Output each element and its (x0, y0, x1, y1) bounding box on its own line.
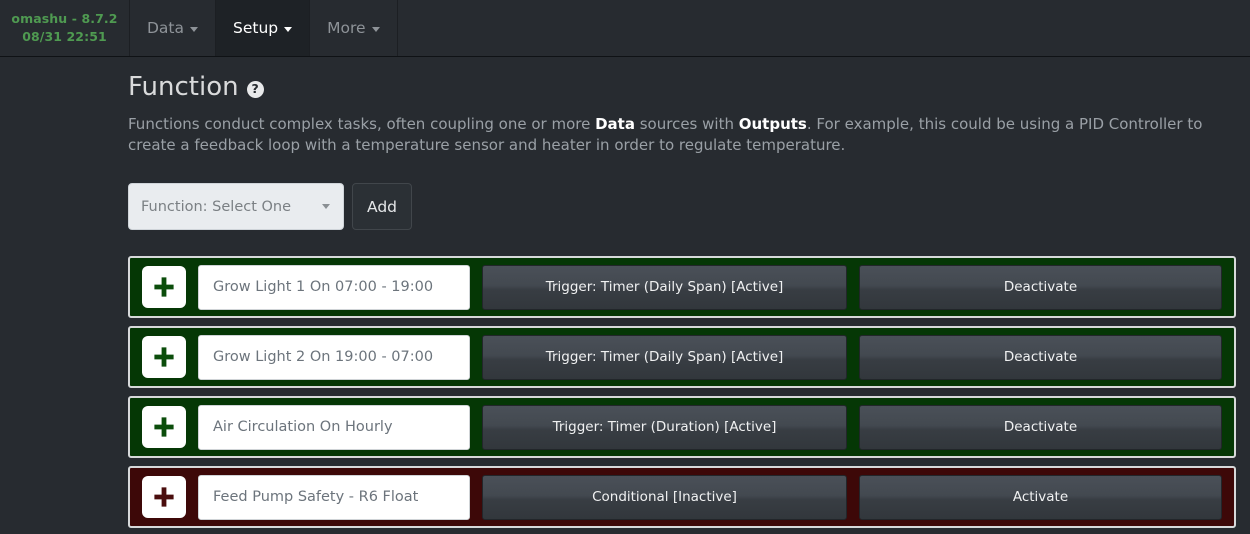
help-icon[interactable]: ? (246, 80, 264, 98)
plus-icon (154, 277, 174, 297)
function-select[interactable]: Function: Select One (128, 183, 344, 231)
function-name-input[interactable]: Air Circulation On Hourly (198, 404, 470, 450)
nav-item-data-label: Data (147, 19, 185, 37)
add-function-button[interactable]: Add (352, 183, 412, 231)
nav-item-setup[interactable]: Setup (216, 0, 311, 56)
page-body: Function ? Functions conduct complex tas… (0, 57, 1250, 534)
function-condition-button[interactable]: Trigger: Timer (Daily Span) [Active] (482, 334, 847, 380)
function-toggle-button[interactable]: Deactivate (859, 264, 1222, 310)
page-title-text: Function (128, 72, 239, 102)
expand-function-button[interactable] (142, 266, 186, 309)
description-part-1: Functions conduct complex tasks, often c… (128, 114, 596, 133)
function-row: Grow Light 1 On 07:00 - 19:00 Trigger: T… (128, 256, 1236, 319)
function-row: Air Circulation On Hourly Trigger: Timer… (128, 396, 1236, 459)
function-name-input[interactable]: Grow Light 1 On 07:00 - 19:00 (198, 264, 470, 310)
page-container: Function ? Functions conduct complex tas… (0, 73, 1250, 529)
expand-function-button[interactable] (142, 476, 186, 519)
plus-icon (154, 417, 174, 437)
function-condition-button[interactable]: Trigger: Timer (Duration) [Active] (482, 404, 847, 450)
brand-name-version: omashu - 8.7.2 (11, 10, 118, 26)
description-part-2: sources with (634, 114, 739, 133)
description-link-outputs: Outputs (738, 114, 807, 133)
function-toggle-button[interactable]: Activate (859, 474, 1222, 520)
page-title: Function ? (128, 73, 1236, 102)
brand-datetime: 08/31 22:51 (22, 29, 107, 44)
plus-icon (154, 487, 174, 507)
top-navbar: omashu - 8.7.2 08/31 22:51 Data Setup Mo… (0, 0, 1250, 57)
function-name-input[interactable]: Grow Light 2 On 19:00 - 07:00 (198, 334, 470, 380)
add-function-bar: Function: Select One Add (128, 183, 1236, 231)
function-condition-button[interactable]: Conditional [Inactive] (482, 474, 847, 520)
description-link-data: Data (595, 114, 635, 133)
function-list: Grow Light 1 On 07:00 - 19:00 Trigger: T… (128, 256, 1236, 529)
expand-function-button[interactable] (142, 406, 186, 449)
nav-item-setup-label: Setup (233, 19, 279, 37)
brand-status[interactable]: omashu - 8.7.2 08/31 22:51 (0, 0, 130, 56)
function-name-input[interactable]: Feed Pump Safety - R6 Float (198, 474, 470, 520)
expand-function-button[interactable] (142, 336, 186, 379)
function-row: Grow Light 2 On 19:00 - 07:00 Trigger: T… (128, 326, 1236, 389)
nav-item-more-label: More (327, 19, 366, 37)
nav-item-data[interactable]: Data (130, 0, 217, 56)
chevron-down-icon (284, 26, 293, 32)
function-condition-button[interactable]: Trigger: Timer (Daily Span) [Active] (482, 264, 847, 310)
function-select-value: Function: Select One (141, 198, 292, 215)
function-row: Feed Pump Safety - R6 Float Conditional … (128, 466, 1236, 529)
page-description: Functions conduct complex tasks, often c… (128, 114, 1236, 158)
chevron-down-icon (190, 26, 199, 32)
function-toggle-button[interactable]: Deactivate (859, 404, 1222, 450)
chevron-down-icon (322, 204, 330, 210)
function-toggle-button[interactable]: Deactivate (859, 334, 1222, 380)
nav-item-more[interactable]: More (310, 0, 398, 56)
chevron-down-icon (371, 26, 380, 32)
plus-icon (154, 347, 174, 367)
